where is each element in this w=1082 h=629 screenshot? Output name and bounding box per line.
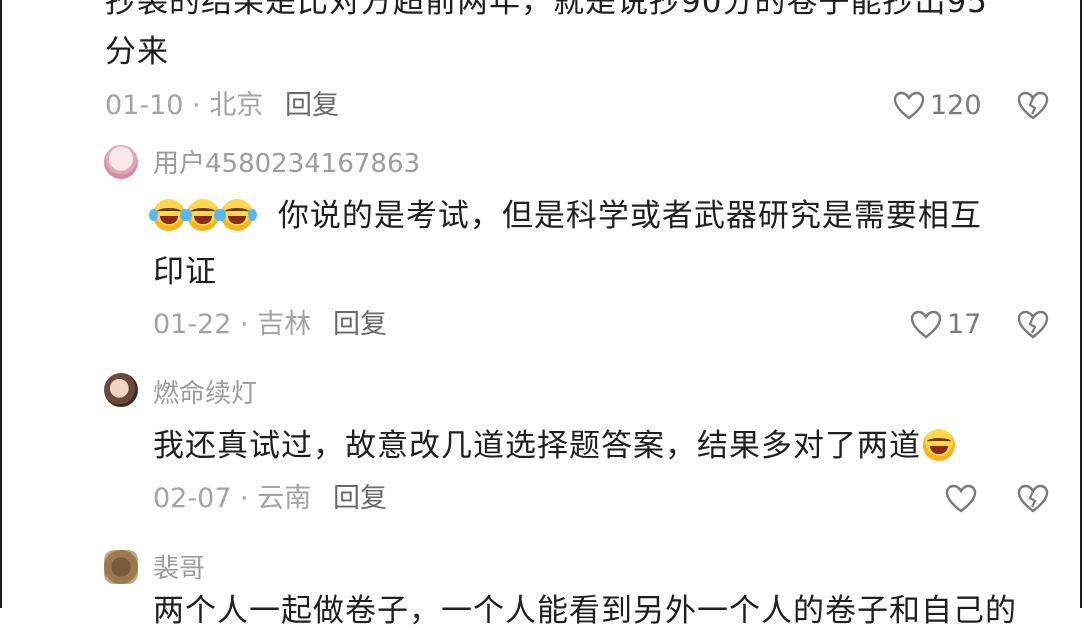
like-count: 17 bbox=[947, 309, 982, 340]
comment-text: 我还真试过，故意改几道选择题答案，结果多对了两道 bbox=[153, 429, 957, 462]
broken-heart-outline-icon[interactable] bbox=[1017, 310, 1049, 340]
comment-text: 分来 bbox=[105, 34, 169, 70]
comment-text: 你说的是考试，但是科学或者武器研究是需要相互 bbox=[149, 198, 982, 234]
username[interactable]: 燃命续灯 bbox=[153, 381, 257, 407]
rofl-emoji bbox=[149, 199, 189, 231]
avatar[interactable] bbox=[104, 145, 138, 179]
avatar[interactable] bbox=[104, 550, 138, 584]
comment-meta: 01-22 · 吉林 bbox=[153, 309, 312, 340]
heart-outline-icon[interactable] bbox=[893, 91, 925, 121]
reply-button[interactable]: 回复 bbox=[333, 485, 387, 512]
username[interactable]: 用户4580234167863 bbox=[153, 151, 420, 177]
reply-button[interactable]: 回复 bbox=[285, 92, 339, 119]
username[interactable]: 裴哥 bbox=[153, 556, 205, 582]
comment-text-content: 我还真试过，故意改几道选择题答案，结果多对了两道 bbox=[153, 428, 921, 464]
reply-button[interactable]: 回复 bbox=[333, 311, 387, 338]
like-count: 120 bbox=[930, 90, 982, 121]
left-border bbox=[0, 0, 2, 608]
comment-text: 印证 bbox=[153, 254, 217, 290]
comment-meta: 01-10 · 北京 bbox=[105, 90, 264, 121]
rofl-emoji bbox=[217, 199, 257, 231]
avatar[interactable] bbox=[104, 373, 138, 407]
broken-heart-outline-icon[interactable] bbox=[1017, 91, 1049, 121]
grinning-emoji bbox=[923, 429, 955, 461]
heart-outline-icon[interactable] bbox=[945, 484, 977, 514]
broken-heart-outline-icon[interactable] bbox=[1017, 484, 1049, 514]
rofl-emoji bbox=[183, 199, 223, 231]
comment-text: 两个人一起做卷子，一个人能看到另外一个人的卷子和自己的 bbox=[153, 593, 1017, 629]
comment-text-content: 你说的是考试，但是科学或者武器研究是需要相互 bbox=[277, 198, 982, 234]
heart-outline-icon[interactable] bbox=[910, 310, 942, 340]
comment-meta: 02-07 · 云南 bbox=[153, 483, 312, 514]
comment-text: 抄袭的结果是比对方超前两年，就是说抄90分的卷子能抄出95 bbox=[105, 0, 988, 20]
